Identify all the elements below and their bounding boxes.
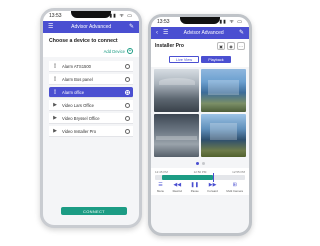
camera-feed[interactable]	[201, 114, 246, 157]
control-label: Forward	[207, 189, 218, 193]
camera-feed[interactable]	[201, 69, 246, 112]
app-title: Advisor Advanced	[183, 30, 224, 36]
edit-icon[interactable]: ✎	[129, 24, 134, 30]
device-name: Alarm ATS1500	[62, 63, 92, 69]
camera-icon: ▶	[53, 128, 57, 134]
back-icon[interactable]: ‹	[156, 30, 158, 36]
tab-live-view[interactable]: Live View	[169, 56, 199, 63]
control-label: Multi Camera	[226, 189, 243, 193]
page-indicator	[151, 159, 249, 168]
device-name: Video Bryssel Office	[62, 115, 100, 121]
app-title: Advisor Advanced	[71, 24, 112, 30]
panel-icon: ▯	[53, 63, 57, 69]
camera-feed[interactable]	[154, 69, 199, 112]
radio-button-checked[interactable]	[125, 89, 130, 95]
playback-timeline: 12:45 PM 12:50 PM 12:55 PM ☰ Menu ◀◀ Rewin…	[151, 168, 249, 195]
page-title: Choose a device to connect	[43, 33, 139, 46]
page-dot[interactable]	[195, 162, 199, 165]
toolbar: ▣ ◉ ⋯	[217, 42, 245, 50]
plus-icon[interactable]: +	[127, 48, 133, 54]
timeline-time: 12:50 PM	[193, 170, 207, 174]
device-item[interactable]: ▶ Video Lars Office	[49, 100, 133, 111]
recording-segment	[162, 175, 213, 180]
panel-icon: ▯	[53, 89, 57, 95]
rewind-icon: ◀◀	[173, 182, 182, 188]
add-device-label[interactable]: Add Device	[104, 49, 125, 54]
view-tabs: Live View Playback	[151, 53, 249, 67]
pause-icon: ❚❚	[190, 182, 199, 188]
device-item[interactable]: ▯ Alarm ATS1500	[49, 61, 133, 72]
more-icon[interactable]: ⋯	[237, 42, 245, 50]
phone-device-list: 13:53 ▮▮ ᯤ ▭ ☰ Advisor Advanced ✎ Choose…	[40, 8, 142, 228]
menu-icon: ☰	[158, 182, 163, 188]
control-label: Pause	[190, 189, 199, 193]
device-name: Alarm office	[62, 89, 85, 95]
control-forward[interactable]: ▶▶ Forward	[207, 182, 218, 194]
timeline-times: 12:45 PM 12:50 PM 12:55 PM	[155, 170, 245, 174]
timeline-time: 12:45 PM	[155, 170, 168, 174]
phone-playback: 13:53 ▮▮ ᯤ ▭ ‹ ☰ Advisor Advanced ✎ Inst…	[148, 14, 252, 236]
device-item[interactable]: ▶ Video Bryssel Office	[49, 113, 133, 124]
playback-controls: ☰ Menu ◀◀ Rewind ❚❚ Pause ▶▶ Forward ⊞ Multi …	[155, 180, 245, 194]
timeline-time: 12:55 PM	[232, 170, 245, 174]
page-dot[interactable]	[201, 162, 205, 165]
camera-icon[interactable]: ▣	[217, 42, 225, 50]
menu-icon[interactable]: ☰	[163, 30, 168, 36]
camera-feed[interactable]	[154, 114, 199, 157]
device-item-selected[interactable]: ▯ Alarm office	[49, 87, 133, 98]
tab-playback[interactable]: Playback	[201, 56, 231, 63]
status-time: 13:53	[157, 19, 170, 25]
add-device-row[interactable]: Add Device +	[43, 46, 139, 57]
panel-icon: ▯	[53, 76, 57, 82]
radio-button[interactable]	[125, 128, 130, 134]
device-title: Installer Pro	[155, 43, 184, 49]
status-indicators: ▮▮ ᯤ ▭	[109, 13, 133, 19]
control-menu[interactable]: ☰ Menu	[157, 182, 164, 194]
control-pause[interactable]: ❚❚ Pause	[190, 182, 199, 194]
phone-notch	[71, 11, 111, 18]
radio-button[interactable]	[125, 63, 130, 69]
device-item[interactable]: ▯ Alarm Bos panel	[49, 74, 133, 85]
forward-icon: ▶▶	[208, 182, 217, 188]
control-label: Rewind	[172, 189, 182, 193]
camera-icon: ▶	[53, 115, 57, 121]
status-indicators: ▮▮ ᯤ ▭	[219, 19, 243, 25]
device-name: Alarm Bos panel	[62, 76, 93, 82]
device-name: Video Installer Pro	[62, 128, 97, 134]
app-bar: ☰ Advisor Advanced ✎	[43, 21, 139, 33]
timeline-bar[interactable]	[155, 173, 245, 182]
device-name: Video Lars Office	[62, 102, 94, 108]
device-header: Installer Pro ▣ ◉ ⋯	[151, 39, 249, 53]
radio-button[interactable]	[125, 76, 130, 82]
timeline-cursor[interactable]	[212, 173, 214, 182]
camera-icon: ▶	[53, 102, 57, 108]
snapshot-icon[interactable]: ◉	[227, 42, 235, 50]
edit-icon[interactable]: ✎	[239, 30, 244, 36]
control-multi-camera[interactable]: ⊞ Multi Camera	[226, 182, 243, 194]
connect-button[interactable]: CONNECT	[61, 207, 127, 215]
radio-button[interactable]	[125, 102, 130, 108]
device-list: ▯ Alarm ATS1500 ▯ Alarm Bos panel ▯ Alar…	[43, 57, 139, 137]
menu-icon[interactable]: ☰	[48, 24, 53, 30]
camera-grid	[151, 67, 249, 159]
control-label: Menu	[157, 189, 164, 193]
control-rewind[interactable]: ◀◀ Rewind	[172, 182, 182, 194]
app-bar: ‹ ☰ Advisor Advanced ✎	[151, 27, 249, 39]
device-item[interactable]: ▶ Video Installer Pro	[49, 126, 133, 137]
status-time: 13:53	[49, 13, 62, 19]
radio-button[interactable]	[125, 115, 130, 121]
grid-icon: ⊞	[232, 182, 237, 188]
phone-notch	[180, 17, 220, 24]
